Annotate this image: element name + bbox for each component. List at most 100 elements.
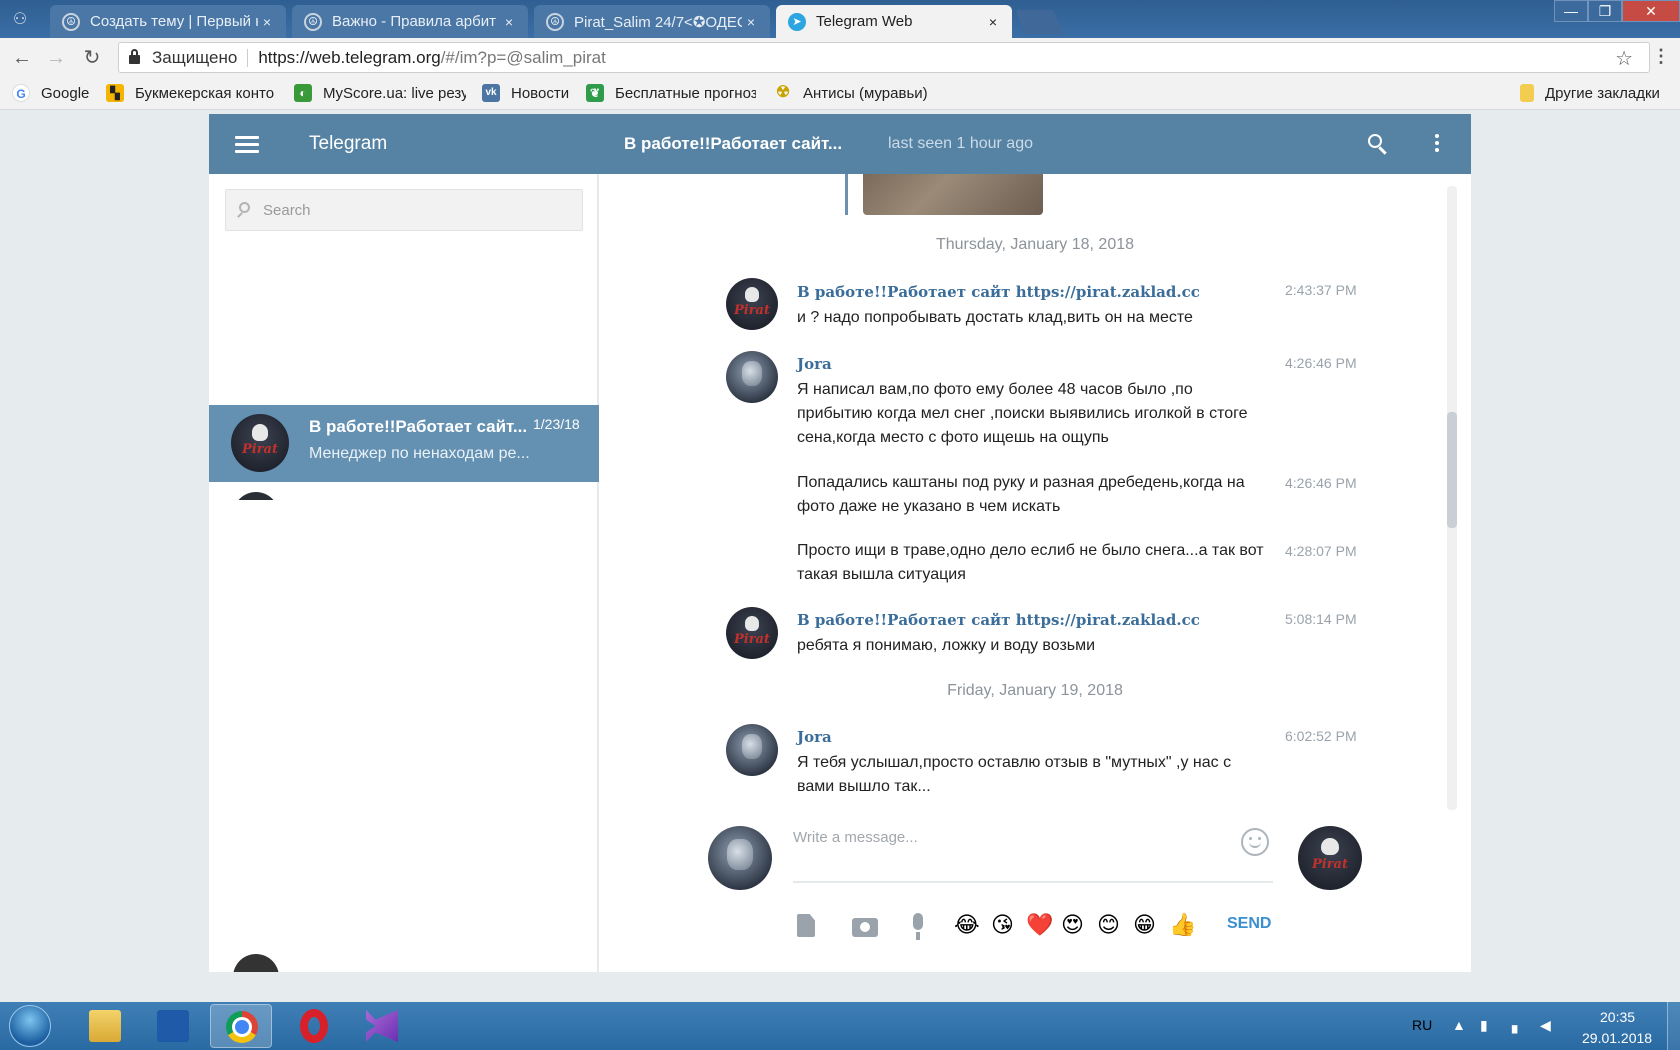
tray-expand-icon[interactable]: ▲ — [1452, 1017, 1466, 1033]
bookmark-label: MyScore.ua: live резу — [323, 84, 466, 102]
message-author[interactable]: В работе!!Работает сайт https://pirat.za… — [797, 283, 1200, 301]
message-author[interactable]: Jora — [797, 355, 832, 373]
chrome-icon — [226, 1011, 258, 1043]
start-button[interactable] — [9, 1005, 51, 1047]
reply-bar — [845, 174, 848, 215]
dialog-item[interactable] — [233, 492, 583, 500]
close-window-button[interactable]: ✕ — [1622, 0, 1680, 22]
close-tab-icon[interactable]: × — [258, 14, 276, 30]
more-vertical-icon[interactable] — [1435, 134, 1441, 156]
reload-icon[interactable]: ↻ — [81, 47, 103, 69]
tab-title: Telegram Web — [816, 13, 913, 30]
close-tab-icon[interactable]: × — [984, 14, 1002, 30]
maximize-button[interactable]: ❐ — [1588, 0, 1622, 22]
hamburger-menu-icon[interactable] — [235, 136, 259, 154]
taskbar-opera[interactable] — [283, 1004, 345, 1048]
emoji-thumbs-up[interactable]: 👍 — [1169, 913, 1196, 939]
bookmark-item[interactable]: ❦ Бесплатные прогноз — [586, 84, 756, 102]
send-button[interactable]: SEND — [1227, 915, 1271, 933]
message-author[interactable]: В работе!!Работает сайт https://pirat.za… — [797, 611, 1200, 629]
taskbar-visual-studio[interactable] — [351, 1004, 413, 1048]
peer-avatar[interactable] — [1298, 826, 1362, 890]
network-icon[interactable]: ▖ — [1512, 1017, 1523, 1034]
avatar[interactable] — [726, 351, 778, 403]
taskbar-save-app[interactable] — [142, 1004, 204, 1048]
search-input[interactable] — [263, 201, 563, 219]
tab-title: Создать тему | Первый н — [90, 13, 258, 30]
message-input[interactable] — [793, 821, 1273, 883]
floppy-icon — [157, 1010, 189, 1042]
dialog-preview: Менеджер по ненаходам ре... — [309, 445, 530, 462]
volume-icon[interactable]: ◀ — [1540, 1017, 1551, 1034]
new-tab-button[interactable] — [1015, 10, 1063, 34]
avatar[interactable] — [726, 607, 778, 659]
show-desktop-button[interactable] — [1667, 1002, 1680, 1050]
message-time: 6:02:52 PM — [1285, 728, 1357, 744]
avatar[interactable] — [726, 278, 778, 330]
dialog-item-active[interactable]: В работе!!Работает сайт... 1/23/18 Менед… — [209, 405, 605, 482]
minimize-button[interactable]: — — [1554, 0, 1588, 22]
telegram-icon: ➤ — [788, 12, 806, 31]
microphone-icon[interactable] — [905, 913, 931, 940]
bookmark-label: Google — [41, 84, 90, 102]
message-time: 4:28:07 PM — [1285, 543, 1357, 559]
message-author[interactable]: Jora — [797, 728, 832, 746]
other-bookmarks[interactable]: Другие закладки — [1520, 84, 1670, 102]
peace-icon: ☮ — [304, 12, 322, 31]
vk-icon: vk — [482, 84, 500, 102]
back-arrow-icon[interactable]: ← — [11, 47, 33, 69]
avatar[interactable] — [726, 724, 778, 776]
emoji-kiss[interactable]: 😘 — [991, 913, 1014, 939]
search-field[interactable] — [225, 189, 583, 231]
browser-tab[interactable]: ☮ Создать тему | Первый н × — [50, 5, 286, 38]
dialog-item[interactable] — [233, 954, 279, 972]
emoji-heart-eyes[interactable]: 😍 — [1061, 913, 1084, 939]
clock-time[interactable]: 20:35 — [1600, 1009, 1635, 1025]
battery-icon[interactable]: ▮ — [1480, 1017, 1488, 1034]
attach-photo-icon[interactable] — [852, 913, 878, 939]
telegram-header: Telegram В работе!!Работает сайт... last… — [209, 114, 1471, 174]
browser-tab[interactable]: ☮ Pirat_Salim 24/7<✪ОДЕС × — [534, 5, 770, 38]
emoji-picker-icon[interactable] — [1241, 828, 1269, 856]
taskbar-explorer[interactable] — [74, 1004, 136, 1048]
emoji-heart[interactable]: ❤️ — [1026, 913, 1053, 939]
browser-tab[interactable]: ☮ Важно - Правила арбит × — [292, 5, 528, 38]
bookmark-item[interactable]: G Google — [12, 84, 96, 102]
clock-date[interactable]: 29.01.2018 — [1582, 1030, 1652, 1046]
bookmark-item[interactable]: ◐ MyScore.ua: live резу — [294, 84, 466, 102]
emoji-blush[interactable]: 😊 — [1097, 913, 1120, 939]
my-avatar[interactable] — [708, 826, 772, 890]
bookmaker-icon: ▚ — [106, 84, 124, 102]
bookmark-item[interactable]: ▚ Букмекерская конто — [106, 84, 276, 102]
search-icon[interactable] — [1366, 132, 1390, 156]
bookmark-item[interactable]: vk Новости — [482, 84, 582, 102]
emoji-grin[interactable]: 😁 — [1133, 913, 1156, 939]
scrollbar-thumb[interactable] — [1447, 412, 1457, 528]
myscore-icon: ◐ — [294, 84, 312, 102]
attach-file-icon[interactable] — [794, 913, 820, 939]
browser-tab-active[interactable]: ➤ Telegram Web × — [776, 5, 1012, 38]
app-title[interactable]: Telegram — [309, 133, 387, 155]
dialogs-panel: В работе!!Работает сайт... 1/23/18 Менед… — [209, 174, 605, 972]
lock-icon — [129, 49, 140, 64]
chat-peer-name[interactable]: В работе!!Работает сайт... — [624, 134, 842, 154]
taskbar-chrome[interactable] — [210, 1004, 272, 1048]
bookmark-item[interactable]: ☢ Антисы (муравьи) — [774, 84, 954, 102]
photo-attachment[interactable] — [863, 174, 1043, 215]
address-bar[interactable]: Защищено https://web.telegram.org/#/im?p… — [118, 42, 1650, 73]
emoji-joy[interactable]: 😂 — [954, 913, 980, 939]
chat-peer-status: last seen 1 hour ago — [888, 135, 1033, 152]
secure-label: Защищено — [152, 47, 238, 67]
browser-menu-icon[interactable]: ⋮ — [1652, 46, 1670, 67]
close-tab-icon[interactable]: × — [742, 14, 760, 30]
window-controls: — ❐ ✕ — [1554, 0, 1680, 22]
forward-arrow-icon[interactable]: → — [45, 47, 67, 69]
folder-icon — [1520, 84, 1534, 102]
language-indicator[interactable]: RU — [1412, 1017, 1432, 1033]
peace-icon: ☮ — [546, 12, 564, 31]
bookmark-label: Букмекерская конто — [135, 84, 275, 102]
radiation-icon: ☢ — [775, 84, 791, 101]
messages-panel: Thursday, January 18, 2018 В работе!!Раб… — [599, 174, 1471, 972]
close-tab-icon[interactable]: × — [500, 14, 518, 30]
bookmark-star-icon[interactable]: ☆ — [1615, 46, 1633, 71]
